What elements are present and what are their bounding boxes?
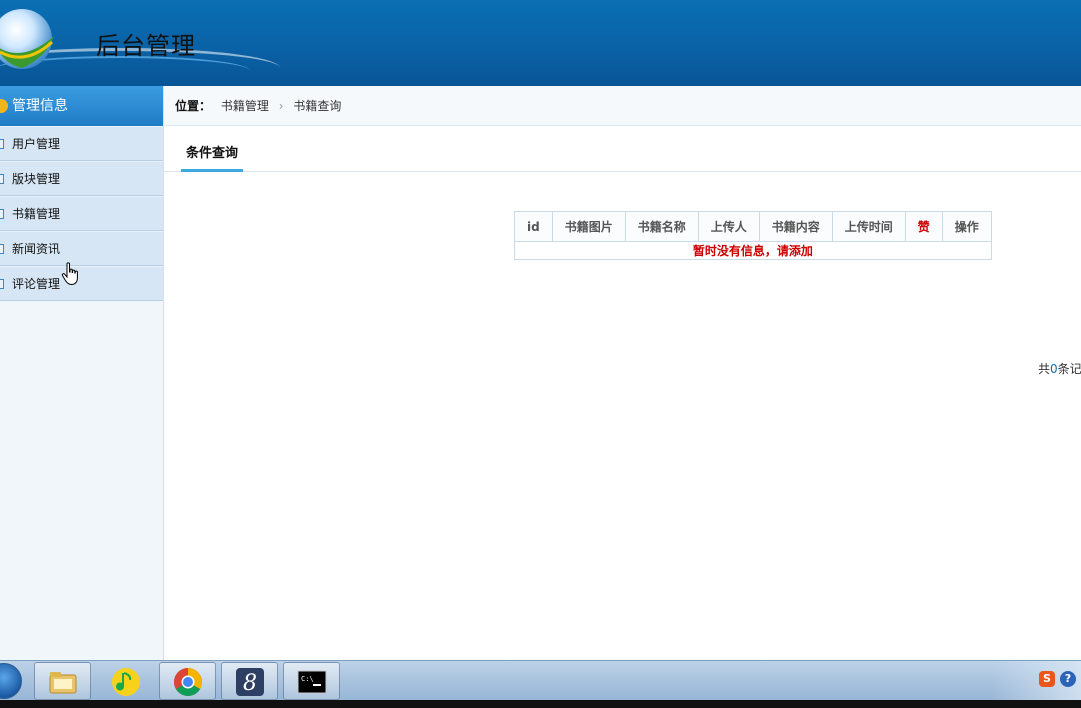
record-total-count: 0	[1050, 362, 1058, 376]
file-explorer-icon	[49, 672, 77, 694]
sidebar-item-comment-management[interactable]: 评论管理	[0, 266, 163, 301]
command-prompt-icon: C:\	[297, 670, 327, 694]
sidebar-heading[interactable]: 管理信息	[0, 86, 163, 126]
record-total-suffix: 条记	[1057, 362, 1081, 376]
app-header: 后台管理	[0, 0, 1081, 86]
taskbar: 8 C:\ S ?	[0, 660, 1081, 701]
menu-bullet-icon	[0, 209, 4, 219]
table-row: 暂时没有信息，请添加	[514, 241, 992, 260]
sidebar-item-label: 用户管理	[12, 137, 61, 151]
sidebar-menu: 用户管理 版块管理 书籍管理 新闻资讯 评论管理	[0, 126, 163, 301]
column-header-likes: 赞	[904, 211, 943, 242]
sidebar-item-news[interactable]: 新闻资讯	[0, 231, 163, 266]
breadcrumb-current: 书籍查询	[293, 99, 342, 113]
globe-logo-icon	[0, 9, 54, 69]
menu-bullet-icon	[0, 244, 4, 254]
menu-bullet-icon	[0, 174, 4, 184]
svg-text:8: 8	[243, 671, 257, 696]
sidebar-item-book-management[interactable]: 书籍管理	[0, 196, 163, 231]
table-header-row: id 书籍图片 书籍名称 上传人 书籍内容 上传时间 赞 操作	[514, 211, 992, 242]
qq-music-icon	[112, 668, 140, 696]
breadcrumb-label: 位置：	[175, 99, 212, 113]
record-total: 共0条记	[1038, 360, 1081, 377]
column-header-actions: 操作	[941, 211, 992, 242]
app-title: 后台管理	[96, 32, 196, 60]
column-header-id: id	[514, 211, 553, 242]
breadcrumb: 位置： 书籍管理 › 书籍查询	[164, 86, 1081, 126]
empty-message: 暂时没有信息，请添加	[514, 241, 992, 260]
chrome-icon	[174, 668, 202, 696]
sidebar-item-label: 版块管理	[12, 172, 61, 186]
taskbar-file-explorer[interactable]	[34, 662, 91, 700]
hand-cursor-icon	[61, 262, 78, 286]
taskbar-chrome[interactable]	[159, 662, 216, 700]
sidebar: 管理信息 用户管理 版块管理 书籍管理 新闻资讯 评论管理	[0, 86, 164, 660]
breadcrumb-chevron-icon: ›	[278, 99, 284, 113]
menu-bullet-icon	[0, 139, 4, 149]
sogou-ime-icon[interactable]: S	[1039, 671, 1055, 687]
books-table: id 书籍图片 书籍名称 上传人 书籍内容 上传时间 赞 操作 暂时没有信息，请…	[514, 211, 992, 260]
taskbar-qq-music[interactable]	[97, 662, 154, 700]
sidebar-item-user-management[interactable]: 用户管理	[0, 126, 163, 161]
column-header-upload-time: 上传时间	[831, 211, 906, 242]
menu-bullet-icon	[0, 279, 4, 289]
sidebar-item-section-management[interactable]: 版块管理	[0, 161, 163, 196]
tab-condition-query[interactable]: 条件查询	[181, 140, 243, 172]
screen-bottom-edge	[0, 700, 1081, 708]
column-header-uploader: 上传人	[697, 211, 760, 242]
column-header-book-image: 书籍图片	[551, 211, 626, 242]
sidebar-item-label: 评论管理	[12, 277, 61, 291]
column-header-book-content: 书籍内容	[758, 211, 833, 242]
breadcrumb-parent[interactable]: 书籍管理	[221, 99, 269, 113]
column-header-book-name: 书籍名称	[624, 211, 699, 242]
svg-text:C:\: C:\	[301, 675, 314, 683]
record-total-prefix: 共	[1038, 362, 1051, 376]
sidebar-item-label: 书籍管理	[12, 207, 61, 221]
sidebar-heading-label: 管理信息	[12, 98, 68, 114]
system-tray: S ?	[991, 661, 1081, 701]
sidebar-item-label: 新闻资讯	[12, 242, 61, 256]
eclipse-icon: 8	[236, 668, 264, 696]
start-button-icon[interactable]	[0, 663, 22, 699]
tab-divider	[164, 171, 1081, 172]
taskbar-eclipse[interactable]: 8	[221, 662, 278, 700]
sidebar-heading-icon	[0, 99, 8, 113]
help-icon[interactable]: ?	[1060, 671, 1076, 687]
taskbar-command-prompt[interactable]: C:\	[283, 662, 340, 700]
